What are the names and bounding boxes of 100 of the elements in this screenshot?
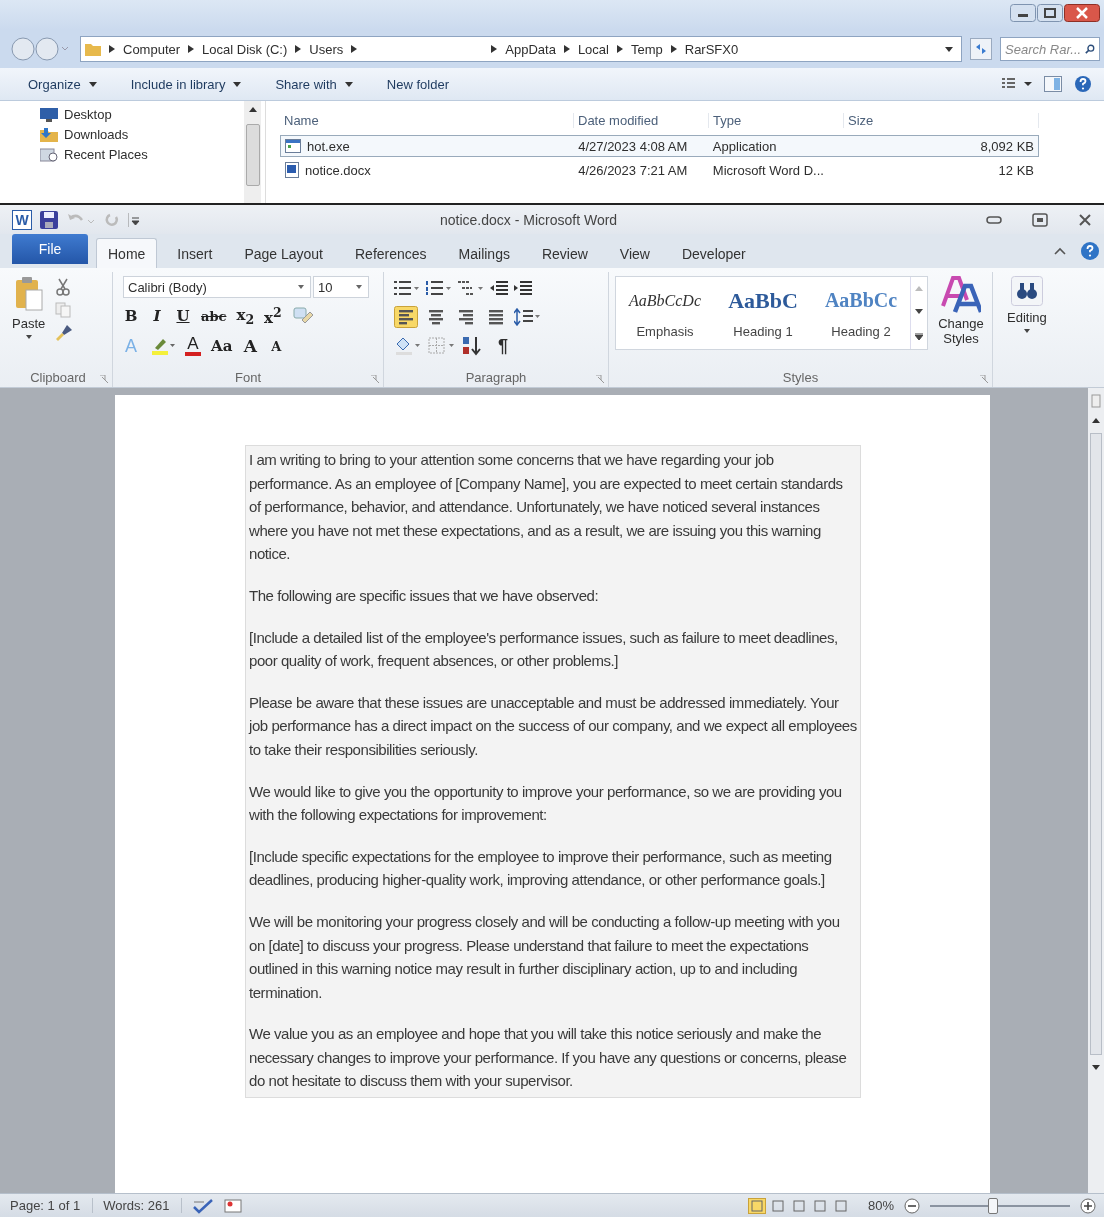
column-header[interactable]: Name (280, 112, 574, 128)
toolbar-button[interactable]: New folder (386, 76, 449, 92)
search-icon[interactable] (1085, 43, 1095, 55)
ribbon-tab[interactable]: Mailings (446, 238, 522, 268)
scrollbar[interactable] (1088, 388, 1104, 1193)
increase-indent-icon[interactable] (514, 280, 532, 296)
restore-icon[interactable] (1032, 212, 1048, 227)
format-button[interactable]: x$^{2}$ (264, 305, 282, 327)
highlighter-icon[interactable] (149, 336, 175, 356)
ribbon-tab[interactable]: Developer (669, 238, 758, 268)
search-field[interactable]: Search Rar... (1000, 37, 1100, 61)
change-styles-button[interactable]: Change Styles (936, 276, 986, 367)
ruler-toggle-icon[interactable] (1091, 394, 1101, 408)
ribbon-tab[interactable]: Page Layout (232, 238, 335, 268)
format-button[interactable]: U (175, 307, 191, 325)
clear-formatting-icon[interactable] (291, 306, 314, 326)
column-header[interactable]: Date modified (574, 112, 709, 128)
format-button[interactable]: B (123, 307, 139, 325)
scrollbar[interactable] (244, 101, 261, 203)
breadcrumb-item[interactable]: AppData (505, 41, 556, 57)
toolbar-button[interactable]: Include in library (130, 76, 242, 92)
scroll-down-icon[interactable] (1092, 1065, 1100, 1070)
font-name-field[interactable]: Calibri (Body) (123, 276, 311, 298)
file-row[interactable]: notice.docx 4/26/2023 7:21 AM Microsoft Word D... 12 KB (280, 159, 1039, 181)
macro-record-icon[interactable] (224, 1197, 245, 1214)
address-bar[interactable]: Computer Local Disk (C:) Users AppData Local Temp RarSFX0 (80, 36, 962, 62)
customize-toolbar-icon[interactable] (128, 212, 140, 227)
shading-icon[interactable] (394, 336, 422, 356)
format-button[interactable]: A (268, 338, 285, 354)
refresh-icon[interactable] (970, 38, 992, 60)
search-input[interactable]: Search Rar... (1005, 41, 1085, 57)
ribbon-tab[interactable]: References (343, 238, 439, 268)
minimize-icon[interactable] (1010, 4, 1036, 22)
maximize-icon[interactable] (1037, 4, 1063, 22)
bullets-icon[interactable] (394, 280, 420, 296)
breadcrumb-item[interactable]: RarSFX0 (684, 41, 739, 57)
file-row[interactable]: hot.exe 4/27/2023 4:08 AM Application 8,092 KB (280, 135, 1039, 157)
zoom-out-icon[interactable] (904, 1197, 920, 1214)
editing-button[interactable]: Editing (1007, 276, 1047, 333)
column-header[interactable]: Type (709, 112, 844, 128)
nav-item[interactable]: Downloads (40, 127, 244, 142)
scroll-thumb[interactable] (1090, 433, 1102, 1055)
scroll-up-icon[interactable] (248, 107, 257, 112)
format-button[interactable]: x$_{2}$ (236, 305, 255, 327)
page-count[interactable]: Page: 1 of 1 (10, 1198, 94, 1213)
save-icon[interactable] (40, 210, 58, 229)
zoom-in-icon[interactable] (1080, 1197, 1096, 1214)
sort-icon[interactable] (462, 336, 482, 356)
breadcrumb-item[interactable]: Local (577, 41, 609, 57)
close-icon[interactable] (1064, 4, 1100, 22)
align-button[interactable] (394, 306, 418, 328)
proofing-icon[interactable] (192, 1197, 215, 1214)
format-button[interactable]: Aa (211, 337, 233, 355)
breadcrumb-item[interactable]: Temp (630, 41, 663, 57)
show-marks-button[interactable]: ¶ (498, 335, 508, 357)
paragraph: The following are specific issues that we have observed: (249, 585, 600, 606)
collapse-ribbon-icon[interactable] (1054, 247, 1066, 255)
nav-item[interactable]: Desktop (40, 107, 244, 122)
breadcrumb-item[interactable]: Local Disk (C:) (202, 41, 288, 57)
toolbar-button[interactable]: Organize (28, 76, 97, 92)
format-button[interactable]: A (242, 336, 259, 356)
slider-thumb[interactable] (988, 1197, 998, 1214)
nav-item[interactable]: Recent Places (40, 147, 244, 162)
column-header[interactable]: Size (844, 112, 1039, 128)
format-button[interactable]: I (149, 307, 165, 325)
paste-button[interactable]: Paste (12, 276, 46, 356)
close-icon[interactable] (1078, 212, 1092, 227)
line-spacing-icon[interactable] (514, 308, 540, 326)
cut-icon[interactable] (55, 278, 72, 296)
ribbon-tab[interactable]: Review (529, 238, 600, 268)
file-tab[interactable]: File (12, 234, 88, 264)
scroll-thumb[interactable] (245, 124, 260, 186)
font-size-field[interactable]: 10 (313, 276, 369, 298)
breadcrumb-item[interactable]: Users (309, 41, 344, 57)
multilevel-list-icon[interactable] (458, 280, 484, 296)
style-option[interactable]: AaBbCc Heading 2 (812, 277, 910, 349)
ribbon-tab[interactable]: View (607, 238, 662, 268)
format-button[interactable]: A (185, 336, 201, 356)
scroll-down-icon[interactable] (915, 309, 923, 315)
format-button[interactable]: abc (201, 308, 227, 324)
breadcrumb-item[interactable]: Computer (123, 41, 181, 57)
minimize-icon[interactable] (986, 214, 1002, 225)
view-options-icon[interactable] (1002, 77, 1032, 91)
help-icon[interactable] (1080, 241, 1100, 261)
text-box[interactable] (245, 445, 861, 1099)
zoom-level[interactable]: 80% (867, 1198, 894, 1213)
ribbon-tab[interactable]: Home (96, 238, 158, 268)
scroll-up-icon[interactable] (1092, 418, 1100, 423)
style-option[interactable]: AaBbC Heading 1 (714, 277, 812, 349)
ribbon-tab[interactable]: Insert (165, 238, 225, 268)
toolbar-button[interactable]: Share with (275, 76, 353, 92)
word-count[interactable]: Words: 261 (103, 1198, 183, 1213)
help-icon[interactable] (1074, 75, 1092, 93)
decrease-indent-icon[interactable] (490, 280, 508, 296)
preview-pane-icon[interactable] (1044, 76, 1062, 92)
more-icon[interactable] (915, 332, 923, 340)
style-option[interactable]: AaBbCcDc Emphasis (616, 277, 714, 349)
dropdown-caret-icon[interactable] (945, 46, 953, 52)
brush-icon[interactable] (55, 324, 74, 342)
numbering-icon[interactable] (426, 280, 452, 296)
